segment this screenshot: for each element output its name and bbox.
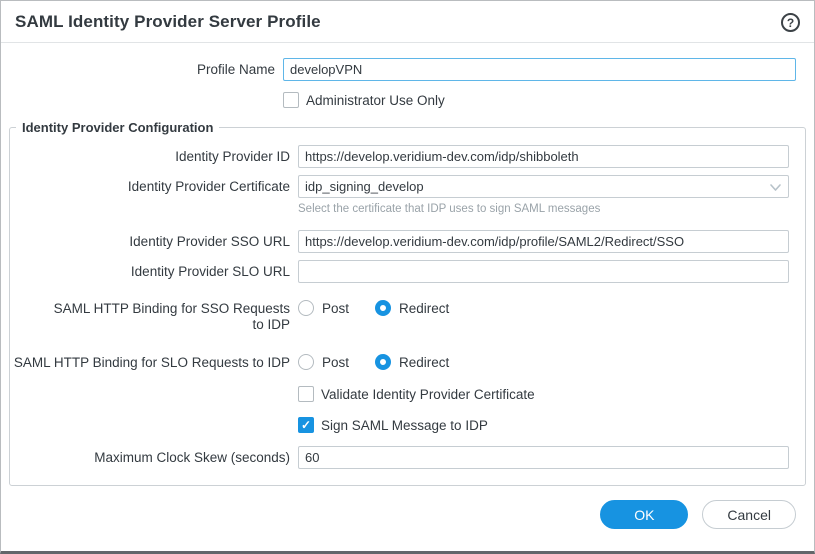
idp-slo-url-label: Identity Provider SLO URL xyxy=(10,260,298,280)
clock-skew-label: Maximum Clock Skew (seconds) xyxy=(10,446,298,466)
idp-id-label: Identity Provider ID xyxy=(10,145,298,165)
dialog-title: SAML Identity Provider Server Profile xyxy=(15,12,321,32)
idp-sso-url-row: Identity Provider SSO URL xyxy=(10,230,789,253)
sso-binding-radio-group: Post Redirect xyxy=(298,297,789,316)
sso-binding-redirect-radio[interactable] xyxy=(375,300,391,316)
dialog-titlebar: SAML Identity Provider Server Profile xyxy=(1,1,814,43)
sign-saml-row: ✓ Sign SAML Message to IDP xyxy=(10,415,789,433)
profile-name-input[interactable] xyxy=(283,58,796,81)
slo-binding-label: SAML HTTP Binding for SLO Requests to ID… xyxy=(10,351,298,371)
slo-binding-post-label: Post xyxy=(322,355,349,370)
idp-certificate-select[interactable]: idp_signing_develop xyxy=(298,175,789,198)
idp-certificate-label: Identity Provider Certificate xyxy=(10,175,298,195)
slo-binding-redirect-label: Redirect xyxy=(399,355,449,370)
dialog-footer: OK Cancel xyxy=(600,500,796,529)
validate-cert-row: Validate Identity Provider Certificate xyxy=(10,384,789,402)
admin-use-only-row: Administrator Use Only xyxy=(1,90,814,108)
idp-id-input[interactable] xyxy=(298,145,789,168)
sso-binding-redirect-label: Redirect xyxy=(399,301,449,316)
idp-slo-url-input[interactable] xyxy=(298,260,789,283)
validate-cert-label: Validate Identity Provider Certificate xyxy=(321,387,535,402)
sso-binding-post-radio[interactable] xyxy=(298,300,314,316)
slo-binding-row: SAML HTTP Binding for SLO Requests to ID… xyxy=(10,351,789,371)
idp-certificate-hint: Select the certificate that IDP uses to … xyxy=(298,202,789,216)
slo-binding-post-radio[interactable] xyxy=(298,354,314,370)
idp-certificate-value: idp_signing_develop xyxy=(305,179,424,194)
validate-cert-checkbox[interactable] xyxy=(298,386,314,402)
idp-sso-url-input[interactable] xyxy=(298,230,789,253)
cancel-button[interactable]: Cancel xyxy=(702,500,796,529)
saml-idp-server-profile-dialog: SAML Identity Provider Server Profile ? … xyxy=(0,0,815,554)
profile-name-label: Profile Name xyxy=(1,58,283,78)
ok-button[interactable]: OK xyxy=(600,500,688,529)
sign-saml-label: Sign SAML Message to IDP xyxy=(321,418,488,433)
idp-sso-url-label: Identity Provider SSO URL xyxy=(10,230,298,250)
sso-binding-row: SAML HTTP Binding for SSO Requests to ID… xyxy=(10,297,789,333)
clock-skew-input[interactable] xyxy=(298,446,789,469)
idp-certificate-row: Identity Provider Certificate idp_signin… xyxy=(10,175,789,230)
chevron-down-icon xyxy=(769,181,782,194)
sso-binding-label: SAML HTTP Binding for SSO Requests to ID… xyxy=(10,297,298,333)
sso-binding-post-label: Post xyxy=(322,301,349,316)
idp-slo-url-row: Identity Provider SLO URL xyxy=(10,260,789,283)
slo-binding-redirect-radio[interactable] xyxy=(375,354,391,370)
idp-id-row: Identity Provider ID xyxy=(10,145,789,168)
profile-name-row: Profile Name xyxy=(1,58,814,81)
help-glyph: ? xyxy=(787,17,794,29)
idp-configuration-legend: Identity Provider Configuration xyxy=(16,120,219,135)
dialog-body: Profile Name Administrator Use Only Iden… xyxy=(1,43,814,486)
admin-use-only-label: Administrator Use Only xyxy=(306,93,445,108)
sign-saml-checkbox[interactable]: ✓ xyxy=(298,417,314,433)
check-icon: ✓ xyxy=(301,419,311,431)
clock-skew-row: Maximum Clock Skew (seconds) xyxy=(10,446,789,469)
admin-use-only-checkbox[interactable] xyxy=(283,92,299,108)
slo-binding-radio-group: Post Redirect xyxy=(298,351,789,370)
idp-configuration-group: Identity Provider Configuration Identity… xyxy=(9,120,806,486)
help-icon[interactable]: ? xyxy=(781,13,800,32)
